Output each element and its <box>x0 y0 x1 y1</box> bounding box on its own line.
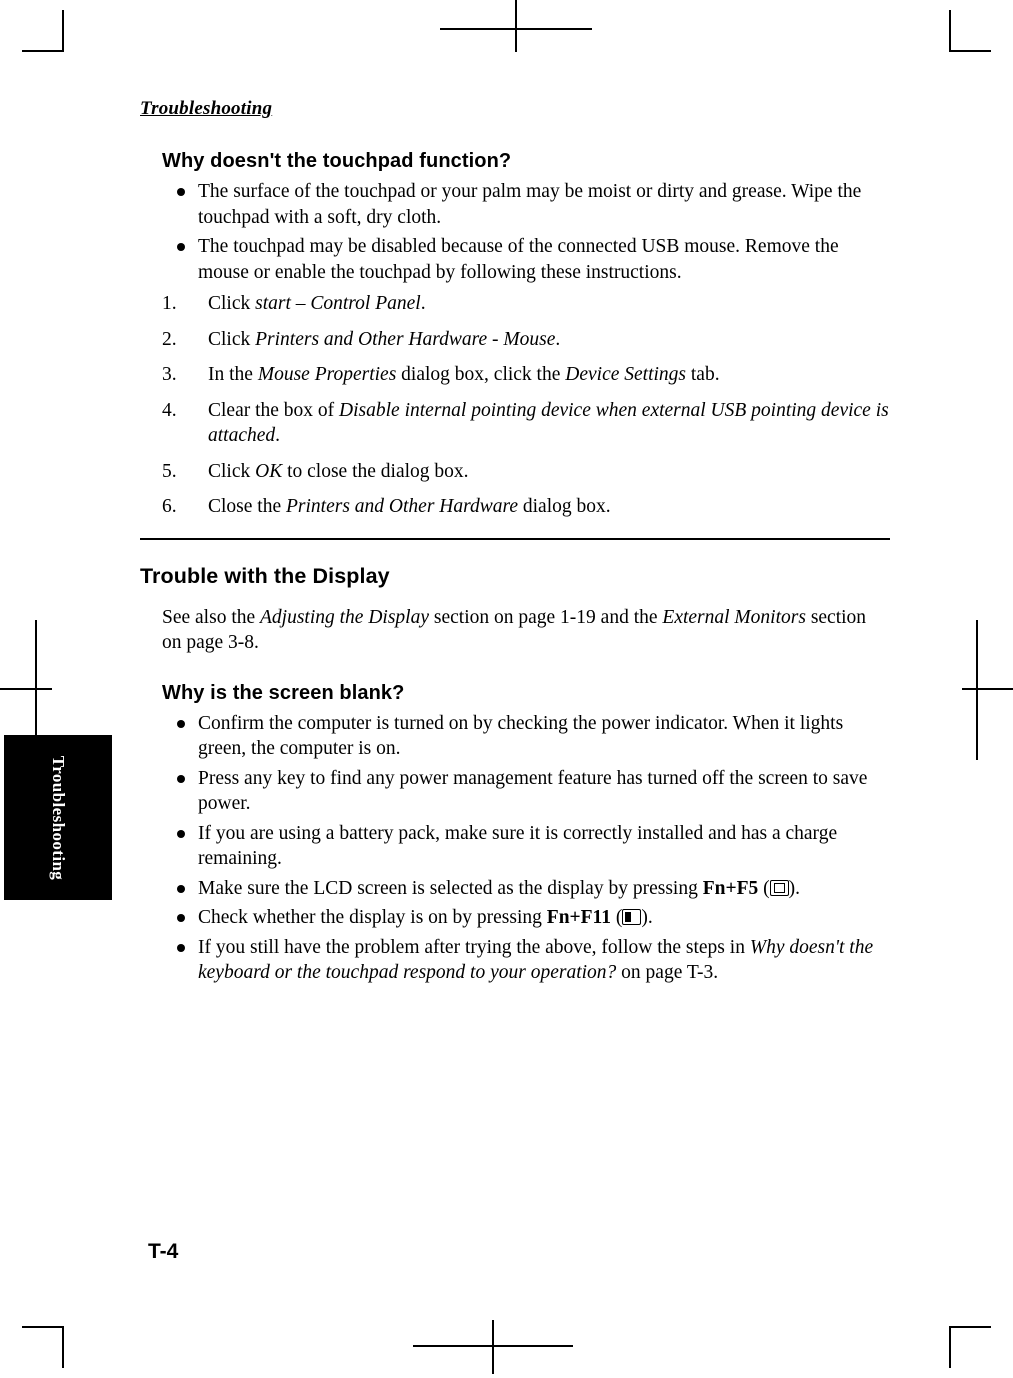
question-heading-screen-blank: Why is the screen blank? <box>162 681 405 704</box>
bullet-prefix: Check whether the display is on by press… <box>198 907 547 928</box>
step-text-after: . <box>275 425 281 446</box>
step-number: 3. <box>162 364 177 385</box>
list-item: Check whether the display is on by press… <box>140 905 890 931</box>
question-heading-touchpad: Why doesn't the touchpad function? <box>162 150 512 172</box>
step-text-after: to close the dialog box. <box>282 460 469 482</box>
list-item: Make sure the LCD screen is selected as … <box>140 876 890 902</box>
step-text-after: . <box>420 293 426 314</box>
list-item: If you are using a battery pack, make su… <box>140 821 890 872</box>
step-number: 2. <box>162 328 177 350</box>
step-text-italic: OK <box>255 460 283 482</box>
step-number: 1. <box>162 293 177 314</box>
step-text-italic: start – Control Panel <box>255 293 421 314</box>
step-text-before: Click <box>208 293 256 314</box>
step-text-italic-2: Device Settings <box>565 364 687 385</box>
step-text-before: Clear the box of <box>208 399 340 421</box>
list-item: 5. Click OK to close the dialog box. <box>140 459 890 485</box>
touchpad-steps-list: 1. Click start – Control Panel. 2. Click P… <box>140 291 890 520</box>
list-item: The touchpad may be disabled because of … <box>140 234 890 285</box>
bullet-suffix: ). <box>788 877 800 899</box>
intro-italic-2: External Monitors <box>662 606 806 628</box>
page-number: T-4 <box>148 1240 179 1263</box>
bullet-suffix: on page T-3. <box>616 962 719 983</box>
step-text-italic: Printers and Other Hardware <box>286 496 519 517</box>
step-text-after: dialog box, click the <box>396 364 566 385</box>
list-item: 4. Clear the box of Disable internal poin… <box>140 398 890 449</box>
bullet-prefix: If you still have the problem after tryi… <box>198 936 750 958</box>
list-item: 3. In the Mouse Properties dialog box, cl… <box>140 362 890 388</box>
section-divider <box>140 537 890 540</box>
page-content: Troubleshooting Why doesn't the touchpad… <box>0 0 1013 1378</box>
list-item: If you still have the problem after tryi… <box>140 935 890 986</box>
step-text-italic: Printers and Other Hardware - Mouse <box>255 328 556 350</box>
touchpad-bullet-list: The surface of the touchpad or your palm… <box>140 179 890 285</box>
section-heading-display: Trouble with the Display <box>140 563 390 588</box>
intro-part-1: See also the <box>162 606 261 628</box>
bullet-mid: ( <box>611 907 623 928</box>
list-item: Press any key to find any power manageme… <box>140 766 890 817</box>
display-intro-paragraph: See also the Adjusting the Display secti… <box>162 605 882 656</box>
body-content: Why doesn't the touchpad function? The s… <box>140 140 890 990</box>
lcd-screen-icon <box>769 879 789 896</box>
intro-italic-1: Adjusting the Display <box>260 606 430 628</box>
list-item: 6. Close the Printers and Other Hardware … <box>140 494 890 520</box>
step-text-before: Close the <box>208 496 286 517</box>
hotkey-label: Fn+F11 <box>546 907 611 928</box>
step-number: 5. <box>162 460 177 482</box>
hotkey-label: Fn+F5 <box>702 877 759 899</box>
step-text-italic: Mouse Properties <box>257 364 397 385</box>
step-text-before: In the <box>208 364 258 385</box>
intro-part-2: section on page 1-19 and the <box>429 606 663 628</box>
list-item: 2. Click Printers and Other Hardware - Mo… <box>140 327 890 353</box>
backlight-icon <box>622 909 642 925</box>
display-bullet-list: Confirm the computer is turned on by che… <box>140 711 890 986</box>
step-text-before: Click <box>208 328 256 350</box>
list-item: The surface of the touchpad or your palm… <box>140 179 890 230</box>
step-text-after: . <box>555 328 561 350</box>
step-text-after: dialog box. <box>518 496 611 517</box>
running-head: Troubleshooting <box>140 98 273 119</box>
bullet-suffix: ). <box>641 907 653 928</box>
bullet-prefix: Make sure the LCD screen is selected as … <box>198 877 703 899</box>
step-number: 6. <box>162 496 177 517</box>
list-item: 1. Click start – Control Panel. <box>140 291 890 317</box>
bullet-mid: ( <box>758 877 770 899</box>
step-text-before: Click <box>208 460 256 482</box>
list-item: Confirm the computer is turned on by che… <box>140 711 890 762</box>
step-number: 4. <box>162 399 177 421</box>
step-text-after-2: tab. <box>686 364 720 385</box>
